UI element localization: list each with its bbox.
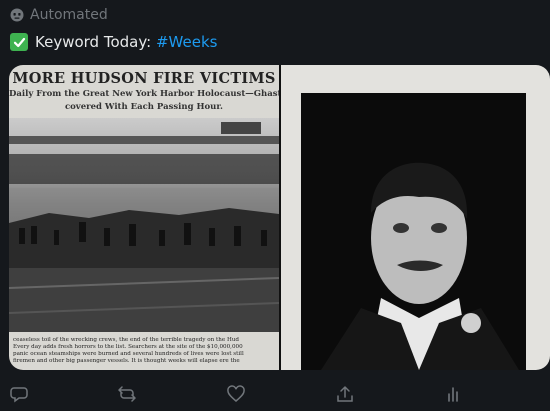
- reply-icon: [10, 387, 28, 403]
- harbor-scene-illustration: [9, 122, 279, 332]
- clipping-caption: ceaseless toil of the wrecking crews, th…: [13, 337, 277, 365]
- tweet-media[interactable]: MORE HUDSON FIRE VICTIMS Daily From the …: [9, 65, 550, 370]
- retweet-button[interactable]: [116, 383, 138, 405]
- harbor-photo: [9, 118, 279, 332]
- portrait-illustration: [301, 93, 526, 370]
- caption-line: ceaseless toil of the wrecking crews, th…: [13, 337, 240, 343]
- caption-line: Every day adds fresh horrors to the list…: [13, 344, 243, 350]
- automated-label-row: Automated: [10, 7, 108, 23]
- retweet-icon: [118, 386, 136, 402]
- check-mark-icon: [10, 33, 28, 51]
- share-icon: [337, 385, 353, 402]
- caption-line: panic ocean steamships were burned and s…: [13, 351, 244, 357]
- robot-icon: [10, 8, 24, 22]
- portrait-image[interactable]: [281, 65, 550, 370]
- clipping-subhead-1: Daily From the Great New York Harbor Hol…: [9, 89, 279, 99]
- portrait-photo: [301, 93, 526, 370]
- newspaper-clipping-image[interactable]: MORE HUDSON FIRE VICTIMS Daily From the …: [9, 65, 279, 370]
- clipping-headline: MORE HUDSON FIRE VICTIMS: [12, 70, 276, 87]
- clipping-subhead-2: covered With Each Passing Hour.: [64, 102, 224, 112]
- analytics-icon: [448, 387, 458, 402]
- share-button[interactable]: [334, 383, 356, 405]
- automated-label: Automated: [30, 7, 108, 23]
- caption-line: firemen and other big passenger vessels.…: [13, 358, 240, 364]
- like-button[interactable]: [225, 383, 247, 405]
- analytics-button[interactable]: [442, 383, 464, 405]
- keyword-prefix: Keyword Today:: [35, 33, 152, 51]
- hashtag-link[interactable]: #Weeks: [156, 33, 217, 51]
- tweet-actions: [0, 383, 550, 409]
- like-icon: [227, 385, 245, 402]
- tweet-text: Keyword Today: #Weeks: [10, 33, 217, 51]
- reply-button[interactable]: [8, 383, 30, 405]
